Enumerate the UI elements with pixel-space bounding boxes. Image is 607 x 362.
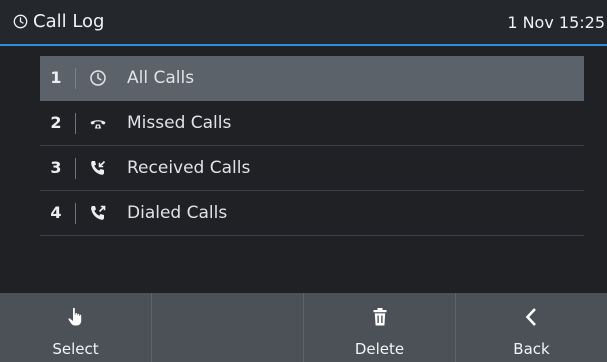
menu-item-label: Dialed Calls [127, 203, 228, 223]
softkey-label: Select [52, 340, 99, 358]
chevron-left-icon [525, 308, 536, 326]
empty-softkey[interactable] [152, 293, 304, 362]
received-call-icon [91, 160, 106, 175]
menu-item-missed-calls[interactable]: 2 Missed Calls [40, 101, 584, 146]
menu-item-received-calls[interactable]: 3 Received Calls [40, 146, 584, 191]
menu-item-number: 3 [50, 158, 62, 177]
date-time: 1 Nov 15:25 [507, 13, 605, 32]
dialed-call-icon [91, 205, 106, 220]
delete-softkey[interactable]: Delete [304, 293, 456, 362]
clock-icon [13, 14, 28, 29]
divider [75, 68, 76, 89]
divider [75, 158, 76, 179]
menu-item-label: Received Calls [127, 158, 251, 178]
header-bar: Call Log 1 Nov 15:25 [0, 0, 607, 46]
select-softkey[interactable]: Select [0, 293, 152, 362]
divider [75, 113, 76, 134]
menu-item-dialed-calls[interactable]: 4 Dialed Calls [40, 191, 584, 236]
menu-item-number: 4 [50, 203, 62, 222]
page-title: Call Log [33, 11, 105, 32]
clock-icon [90, 70, 106, 86]
trash-icon [373, 308, 386, 326]
softkey-bar: Select Delete Back [0, 293, 607, 362]
menu-item-number: 1 [50, 68, 62, 87]
missed-call-icon [90, 120, 106, 129]
hand-pointer-icon [67, 307, 81, 326]
call-log-menu: 1 All Calls 2 Missed Calls 3 Received Ca… [40, 56, 584, 236]
menu-item-label: All Calls [127, 68, 195, 88]
back-softkey[interactable]: Back [456, 293, 607, 362]
divider [75, 203, 76, 224]
menu-item-label: Missed Calls [127, 113, 232, 133]
softkey-label: Back [513, 340, 550, 358]
menu-item-all-calls[interactable]: 1 All Calls [40, 56, 584, 101]
softkey-label: Delete [354, 340, 405, 358]
menu-item-number: 2 [50, 113, 62, 132]
